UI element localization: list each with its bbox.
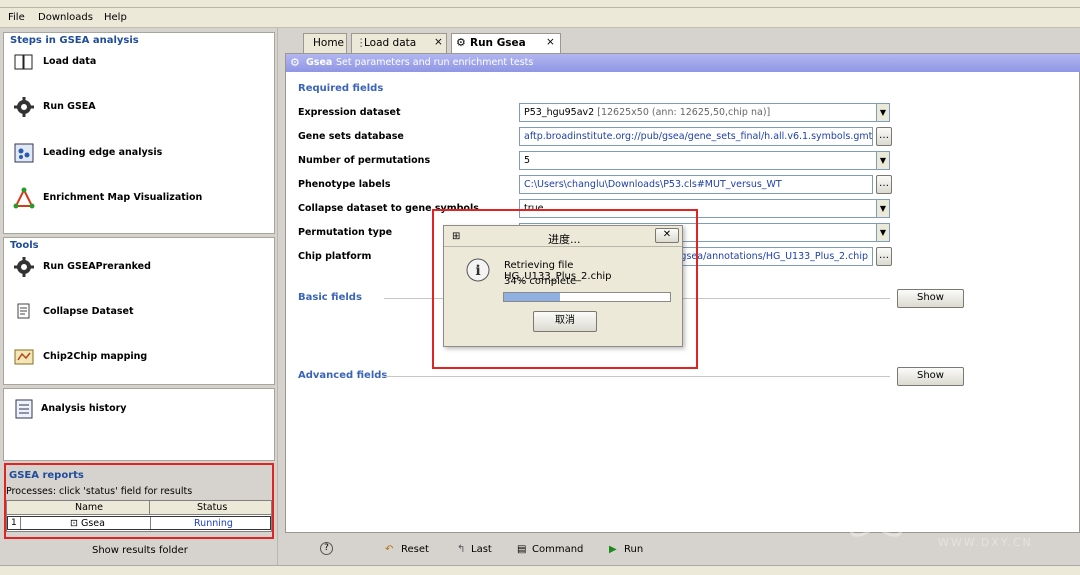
tools-panel: Tools Run GSEAPreranked Collapse Dataset… [3,237,275,385]
show-results-folder-button[interactable]: Show results folder [92,545,188,556]
last-icon: ↰ [457,544,466,555]
window-top-edge [0,0,1080,8]
command-button[interactable]: Command [532,544,583,555]
highlight-reports-box [4,463,274,539]
gear-icon: ⚙ [290,56,300,69]
advanced-show-button[interactable]: Show [897,367,964,386]
last-button[interactable]: Last [471,544,492,555]
chevron-down-icon[interactable]: ▼ [876,199,890,218]
step-label: Load data [43,56,97,67]
splitter[interactable] [277,28,283,565]
advanced-fields-title[interactable]: Advanced fields [298,370,387,381]
close-icon[interactable]: × [546,36,555,48]
tab-label: Load data [364,37,417,49]
menu-file[interactable]: File [8,12,25,23]
browse-gene-sets-button[interactable]: … [876,127,892,146]
chevron-down-icon[interactable]: ▼ [876,103,890,122]
menu-help[interactable]: Help [104,12,127,23]
tools-title: Tools [10,240,39,251]
tab-label: Run Gsea [470,37,526,49]
menu-bar: File Downloads Help [0,8,1080,28]
leading-edge-icon [14,143,34,163]
gear-icon [14,257,34,277]
gsea-header-title: Gsea [306,57,333,68]
chevron-down-icon[interactable]: ▼ [876,151,890,170]
gear-icon [14,97,34,117]
tool-label: Collapse Dataset [43,306,134,317]
label-gene-sets: Gene sets database [298,131,404,142]
basic-fields-title[interactable]: Basic fields [298,292,362,303]
step-label: Run GSEA [43,101,96,112]
label-expression-dataset: Expression dataset [298,107,401,118]
label-phenotype: Phenotype labels [298,179,391,190]
watermark: 丁香园 WWW.DXY.CN [846,486,1066,556]
tool-label: Chip2Chip mapping [43,351,148,362]
tab-label: Home [313,37,345,49]
analysis-history[interactable]: Analysis history [9,394,269,424]
menu-downloads[interactable]: Downloads [38,12,93,23]
tab-load-data[interactable]: ⋮ Load data × [351,33,447,53]
phenotype-field[interactable]: C:\Users\changlu\Downloads\P53.cls#MUT_v… [519,175,873,194]
history-label: Analysis history [41,403,127,414]
reset-button[interactable]: Reset [401,544,429,555]
permutations-field[interactable]: 5 [519,151,877,170]
expression-dataset-value: P53_hgu95av2 [524,107,595,118]
gear-icon: ⚙ [456,36,466,49]
browse-phenotype-button[interactable]: … [876,175,892,194]
run-icon: ▶ [609,544,617,555]
label-chip-platform: Chip platform [298,251,372,262]
command-icon: ▤ [517,544,527,555]
browse-chip-button[interactable]: … [876,247,892,266]
steps-title: Steps in GSEA analysis [10,35,139,46]
expression-dataset-select[interactable]: P53_hgu95av2 [12625x50 (ann: 12625,50,ch… [519,103,877,122]
watermark-brand: 丁香园 [926,498,1040,538]
history-list-icon [15,399,33,419]
step-label: Enrichment Map Visualization [43,192,203,203]
book-icon [14,54,33,70]
basic-show-button[interactable]: Show [897,289,964,308]
run-button[interactable]: Run [624,544,643,555]
step-leading-edge[interactable]: Leading edge analysis [9,138,269,168]
tool-collapse-dataset[interactable]: Collapse Dataset [9,297,269,327]
status-bar [0,565,1080,575]
steps-panel: Steps in GSEA analysis Load data Run GSE… [3,32,275,234]
highlight-dialog-box [432,209,698,369]
step-enrichment-map[interactable]: Enrichment Map Visualization [9,183,269,213]
left-sidebar: Steps in GSEA analysis Load data Run GSE… [0,28,280,568]
gene-sets-field[interactable]: aftp.broadinstitute.org://pub/gsea/gene_… [519,127,873,146]
tab-run-gsea[interactable]: ⚙ Run Gsea × [451,33,561,54]
chip-mapping-icon [14,349,34,365]
expression-dataset-note: [12625x50 (ann: 12625,50,chip na)] [597,107,771,118]
tool-run-preranked[interactable]: Run GSEAPreranked [9,252,269,282]
label-permutations: Number of permutations [298,155,431,166]
triangle-network-icon [13,187,35,209]
reset-icon: ↶ [385,544,394,555]
chevron-down-icon[interactable]: ▼ [876,223,890,242]
step-run-gsea[interactable]: Run GSEA [9,92,269,122]
help-button[interactable]: ? [320,542,333,555]
required-fields-title: Required fields [298,83,384,94]
history-panel: Analysis history [3,388,275,461]
tab-home[interactable]: Home [303,33,347,53]
step-load-data[interactable]: Load data [9,47,269,77]
gsea-header-bar: ⚙ Gsea Set parameters and run enrichment… [286,54,1080,72]
tool-label: Run GSEAPreranked [43,261,151,272]
gsea-header-subtitle: Set parameters and run enrichment tests [336,57,534,68]
flower-logo-icon [849,490,903,537]
document-icon [17,303,30,319]
tool-chip2chip[interactable]: Chip2Chip mapping [9,342,269,372]
watermark-url: WWW.DXY.CN [938,536,1033,549]
close-icon[interactable]: × [434,36,443,48]
label-permutation-type: Permutation type [298,227,393,238]
divider [384,376,890,377]
tab-bar: Home ⋮ Load data × ⚙ Run Gsea × [285,28,1080,54]
step-label: Leading edge analysis [43,147,163,158]
